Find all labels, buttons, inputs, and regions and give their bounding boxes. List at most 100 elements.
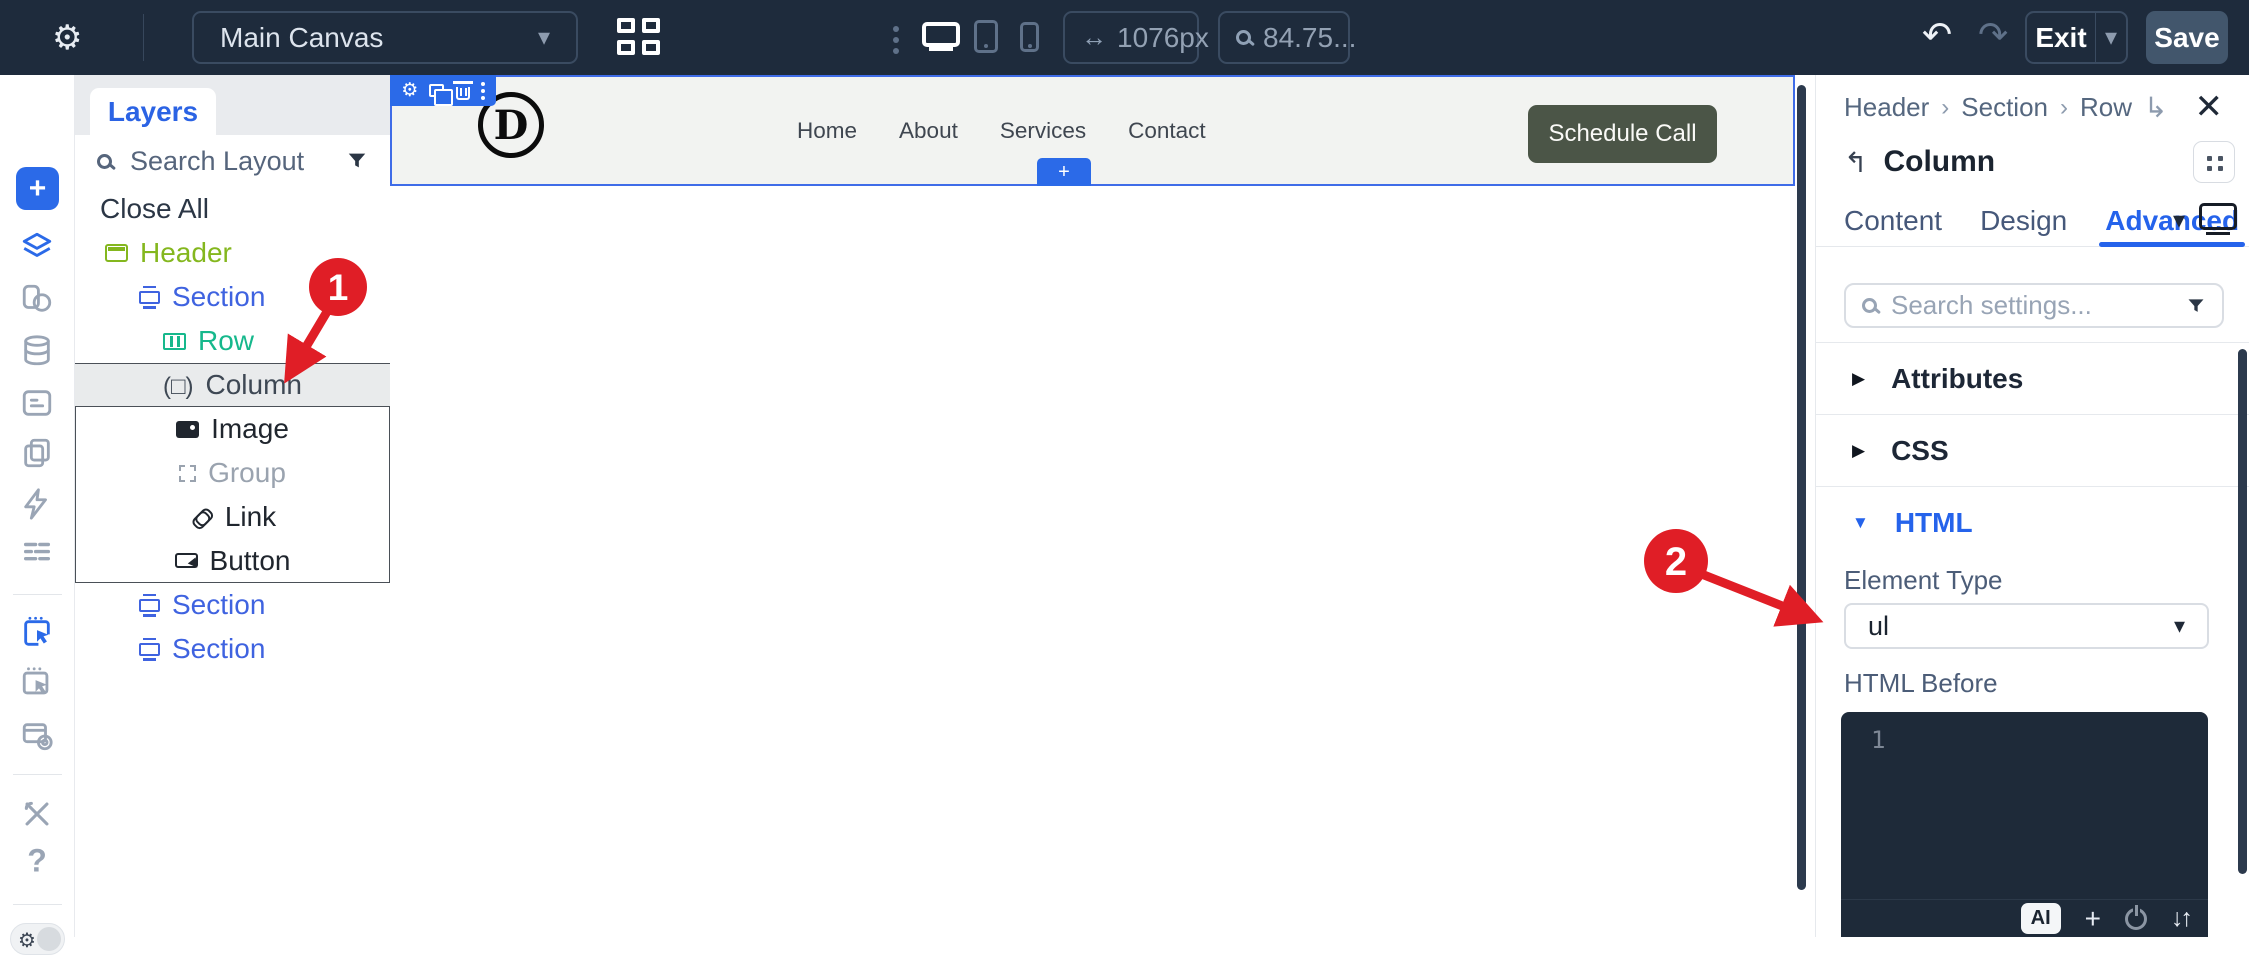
select-mode-icon[interactable] <box>20 616 54 650</box>
search-layout-input[interactable] <box>130 145 328 177</box>
tabs-dropdown-icon[interactable]: ▾ <box>2173 206 2185 235</box>
layer-type-icon <box>139 637 160 661</box>
element-type-select[interactable]: ul ▾ <box>1844 603 2209 649</box>
element-title: Column <box>1883 145 1996 178</box>
duplicate-icon[interactable] <box>429 84 454 106</box>
layer-label: Column <box>205 369 302 400</box>
layer-item[interactable]: Section <box>75 583 390 627</box>
element-type-label: Element Type <box>1844 565 2003 595</box>
presets-icon[interactable] <box>2193 141 2235 183</box>
undo-icon[interactable]: ↶ <box>1922 14 1952 56</box>
section-toggle-icon: ▶ <box>1852 368 1866 388</box>
layer-item[interactable]: Header <box>75 231 390 275</box>
schedule-call-button[interactable]: Schedule Call <box>1528 105 1717 163</box>
layers-tree: Close All Header Section Row Column Imag… <box>75 187 390 671</box>
section-toggle-icon: ▶ <box>1852 440 1866 460</box>
canvas-scrollbar[interactable] <box>1797 85 1806 890</box>
layer-label: Image <box>211 413 289 444</box>
canvas-selector-dropdown[interactable]: Main Canvas ▾ <box>192 11 578 64</box>
add-section-button[interactable]: + <box>1037 158 1091 186</box>
browser-settings-icon[interactable] <box>20 719 54 753</box>
header-section-preview[interactable]: ⚙ D Home About Services Contact Schedule Ca… <box>390 75 1795 186</box>
add-element-icon[interactable]: + <box>16 167 59 210</box>
exit-button-group[interactable]: Exit ▾ <box>2025 11 2128 64</box>
breadcrumb-item[interactable]: Row <box>2080 92 2132 123</box>
ai-button[interactable]: AI <box>2020 903 2061 934</box>
layer-label: Section <box>172 633 266 664</box>
layer-item[interactable]: Link <box>75 495 390 539</box>
interactions-icon[interactable] <box>20 487 54 521</box>
help-icon[interactable]: ? <box>27 843 47 880</box>
layer-type-icon <box>139 593 160 617</box>
canvas-width-input[interactable]: ↔ 1076px <box>1063 11 1209 64</box>
layer-type-icon <box>179 464 197 482</box>
search-settings-input[interactable] <box>1891 290 2172 321</box>
html-before-label: HTML Before <box>1844 668 1998 698</box>
hover-mode-icon[interactable] <box>20 666 54 700</box>
topbar: ⚙ Main Canvas ▾ ↔ 1076px 84.75... ↶ ↷ Ex… <box>0 0 2249 75</box>
zoom-magnifier-icon <box>1236 30 1251 45</box>
structure-icon[interactable] <box>20 536 54 570</box>
element-settings-icon[interactable]: ⚙ <box>401 81 418 100</box>
redo-icon[interactable]: ↷ <box>1978 14 2008 56</box>
layers-search-row <box>75 135 390 188</box>
settings-tab[interactable]: Content <box>1844 195 1942 246</box>
layout-grid-icon[interactable] <box>617 18 667 58</box>
nav-link[interactable]: Home <box>797 118 857 144</box>
element-templates-icon[interactable] <box>20 386 54 420</box>
desktop-breakpoint-icon[interactable] <box>922 22 960 51</box>
panel-scrollbar[interactable] <box>2238 349 2247 874</box>
delete-icon[interactable] <box>452 81 473 100</box>
filter-icon[interactable] <box>346 150 368 172</box>
search-icon <box>97 153 112 169</box>
settings-tabs: Content Design Advanced ▾ <box>1816 195 2249 247</box>
layer-item[interactable]: Group <box>75 451 390 495</box>
tab-layers[interactable]: Layers <box>90 88 216 135</box>
exit-dropdown-icon[interactable]: ▾ <box>2096 23 2126 52</box>
back-arrow-icon[interactable]: ↰ <box>1844 146 1867 179</box>
settings-gear-icon[interactable]: ⚙ <box>52 21 82 55</box>
pages-icon[interactable] <box>20 436 54 470</box>
chevron-down-icon: ▾ <box>537 24 550 51</box>
layer-item[interactable]: Section <box>75 275 390 319</box>
settings-section-row[interactable]: ▶ CSS <box>1816 414 2249 486</box>
settings-section-row[interactable]: ▼ HTML <box>1816 486 2249 558</box>
layer-item[interactable]: Close All <box>75 187 390 231</box>
layer-item[interactable]: Row <box>75 319 390 363</box>
theme-toggle[interactable]: ⚙ <box>10 923 65 955</box>
kebab-menu-icon[interactable] <box>893 26 899 32</box>
breadcrumb-item[interactable]: Header <box>1844 92 1929 123</box>
canvas-zoom-input[interactable]: 84.75... <box>1218 11 1356 64</box>
filter-icon[interactable] <box>2186 296 2206 316</box>
tools-icon[interactable] <box>20 797 54 831</box>
chevron-down-icon: ▾ <box>2173 613 2185 638</box>
tablet-breakpoint-icon[interactable] <box>974 20 998 53</box>
layer-label: Header <box>140 237 232 268</box>
editor-sort-icon[interactable]: ↓↑ <box>2171 904 2193 933</box>
settings-tab[interactable]: Design <box>1980 195 2067 246</box>
canvas: ⚙ D Home About Services Contact Schedule Ca… <box>390 75 1815 937</box>
html-before-editor[interactable]: 1 AI + ↓↑ <box>1841 712 2208 937</box>
save-button[interactable]: Save <box>2146 11 2228 64</box>
design-library-icon[interactable] <box>20 282 54 316</box>
nav-link[interactable]: Services <box>1000 118 1086 144</box>
exit-button[interactable]: Exit <box>2027 22 2095 54</box>
breadcrumb-item[interactable]: Section <box>1961 92 2048 123</box>
phone-breakpoint-icon[interactable] <box>1020 22 1039 52</box>
layer-item[interactable]: Column <box>75 363 390 407</box>
settings-section-row[interactable]: ▶ Attributes <box>1816 342 2249 414</box>
layers-icon[interactable] <box>20 230 54 264</box>
layer-item[interactable]: Section <box>75 627 390 671</box>
layer-item[interactable]: Image <box>75 407 390 451</box>
editor-add-icon[interactable]: + <box>2085 904 2101 933</box>
nav-link[interactable]: Contact <box>1128 118 1206 144</box>
dynamic-data-icon[interactable] <box>20 334 54 368</box>
close-icon[interactable]: ✕ <box>2195 87 2224 127</box>
nav-link[interactable]: About <box>899 118 958 144</box>
editor-power-icon[interactable] <box>2125 904 2147 930</box>
element-toolbar: ⚙ <box>390 75 496 106</box>
more-options-icon[interactable] <box>480 88 485 93</box>
toggle-gear-icon: ⚙ <box>18 930 36 952</box>
layer-item[interactable]: Button <box>75 539 390 583</box>
responsive-device-icon[interactable] <box>2199 203 2237 235</box>
